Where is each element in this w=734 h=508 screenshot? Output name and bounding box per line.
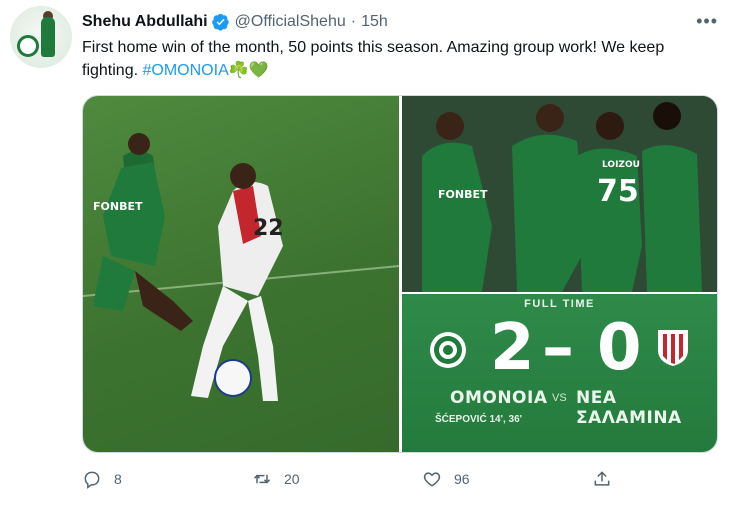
hashtag-link[interactable]: #OMONOIA [143,62,229,79]
jersey-name-right: LOIZOU [602,160,640,170]
reply-count: 8 [114,471,122,487]
jersey-number-left: 22 [253,216,284,241]
goal-scorer-line: ŠĆEPOVIĆ 14', 36' [435,414,523,425]
author-name[interactable]: Shehu Abdullahi [82,13,208,31]
author-handle[interactable]: @OfficialShehu [235,13,346,31]
tweet-text: First home win of the month, 50 points t… [82,36,712,82]
verified-badge-icon [211,13,229,31]
share-icon [594,471,610,486]
match-photo-left[interactable]: FONBET 22 [83,96,399,452]
like-button[interactable]: 96 [422,469,470,489]
tweet-timestamp[interactable]: 15h [361,13,388,31]
reply-button[interactable]: 8 [82,469,122,489]
club-logo-icon [17,35,39,57]
avatar-player-body [41,17,55,57]
home-score: 2 [490,311,535,385]
retweet-button[interactable]: 20 [252,469,300,489]
separator-dot: · [350,13,357,30]
reply-icon [84,471,100,489]
tweet-media[interactable]: FONBET 22 FONBET LOIZOU 75 FULL TIME 2 –… [82,95,718,453]
emoji-shamrock-heart: ☘️💚 [228,62,269,79]
score-dash: – [542,311,574,385]
more-options-icon[interactable]: ••• [696,11,718,32]
away-team-name: ΝΕΑ ΣΑΛΑΜΙΝΑ [576,388,682,428]
match-photo-right[interactable]: FONBET LOIZOU 75 FULL TIME 2 – 0 ΟΜΟΝΟΙΑ… [402,96,717,452]
jersey-number-right: 75 [597,174,639,209]
omonoia-crest-icon [430,332,466,368]
heart-icon [423,472,441,487]
versus-label: VS [552,392,567,404]
full-time-label: FULL TIME [524,298,595,310]
celebration-photo: FONBET LOIZOU 75 [402,96,717,292]
sponsor-text-right: FONBET [438,188,488,201]
full-time-scorecard: FULL TIME 2 – 0 ΟΜΟΝΟΙΑ VS ΝΕΑ ΣΑΛΑΜΙΝΑ … [402,294,717,452]
author-avatar[interactable] [10,6,72,68]
tweet-header: Shehu Abdullahi @OfficialShehu · 15h ••• [82,11,718,33]
away-score: 0 [597,311,642,385]
tweet-actions: 8 20 96 [82,466,642,492]
share-button[interactable] [592,469,612,489]
sponsor-text-left: FONBET [93,200,143,213]
retweet-count: 20 [284,471,300,487]
like-count: 96 [454,471,470,487]
home-team-name: ΟΜΟΝΟΙΑ [450,388,548,408]
match-photo-illustration [83,133,399,401]
tweet-card[interactable]: Shehu Abdullahi @OfficialShehu · 15h •••… [0,0,734,508]
nea-salamina-crest-icon [658,330,688,366]
retweet-icon [253,474,271,484]
